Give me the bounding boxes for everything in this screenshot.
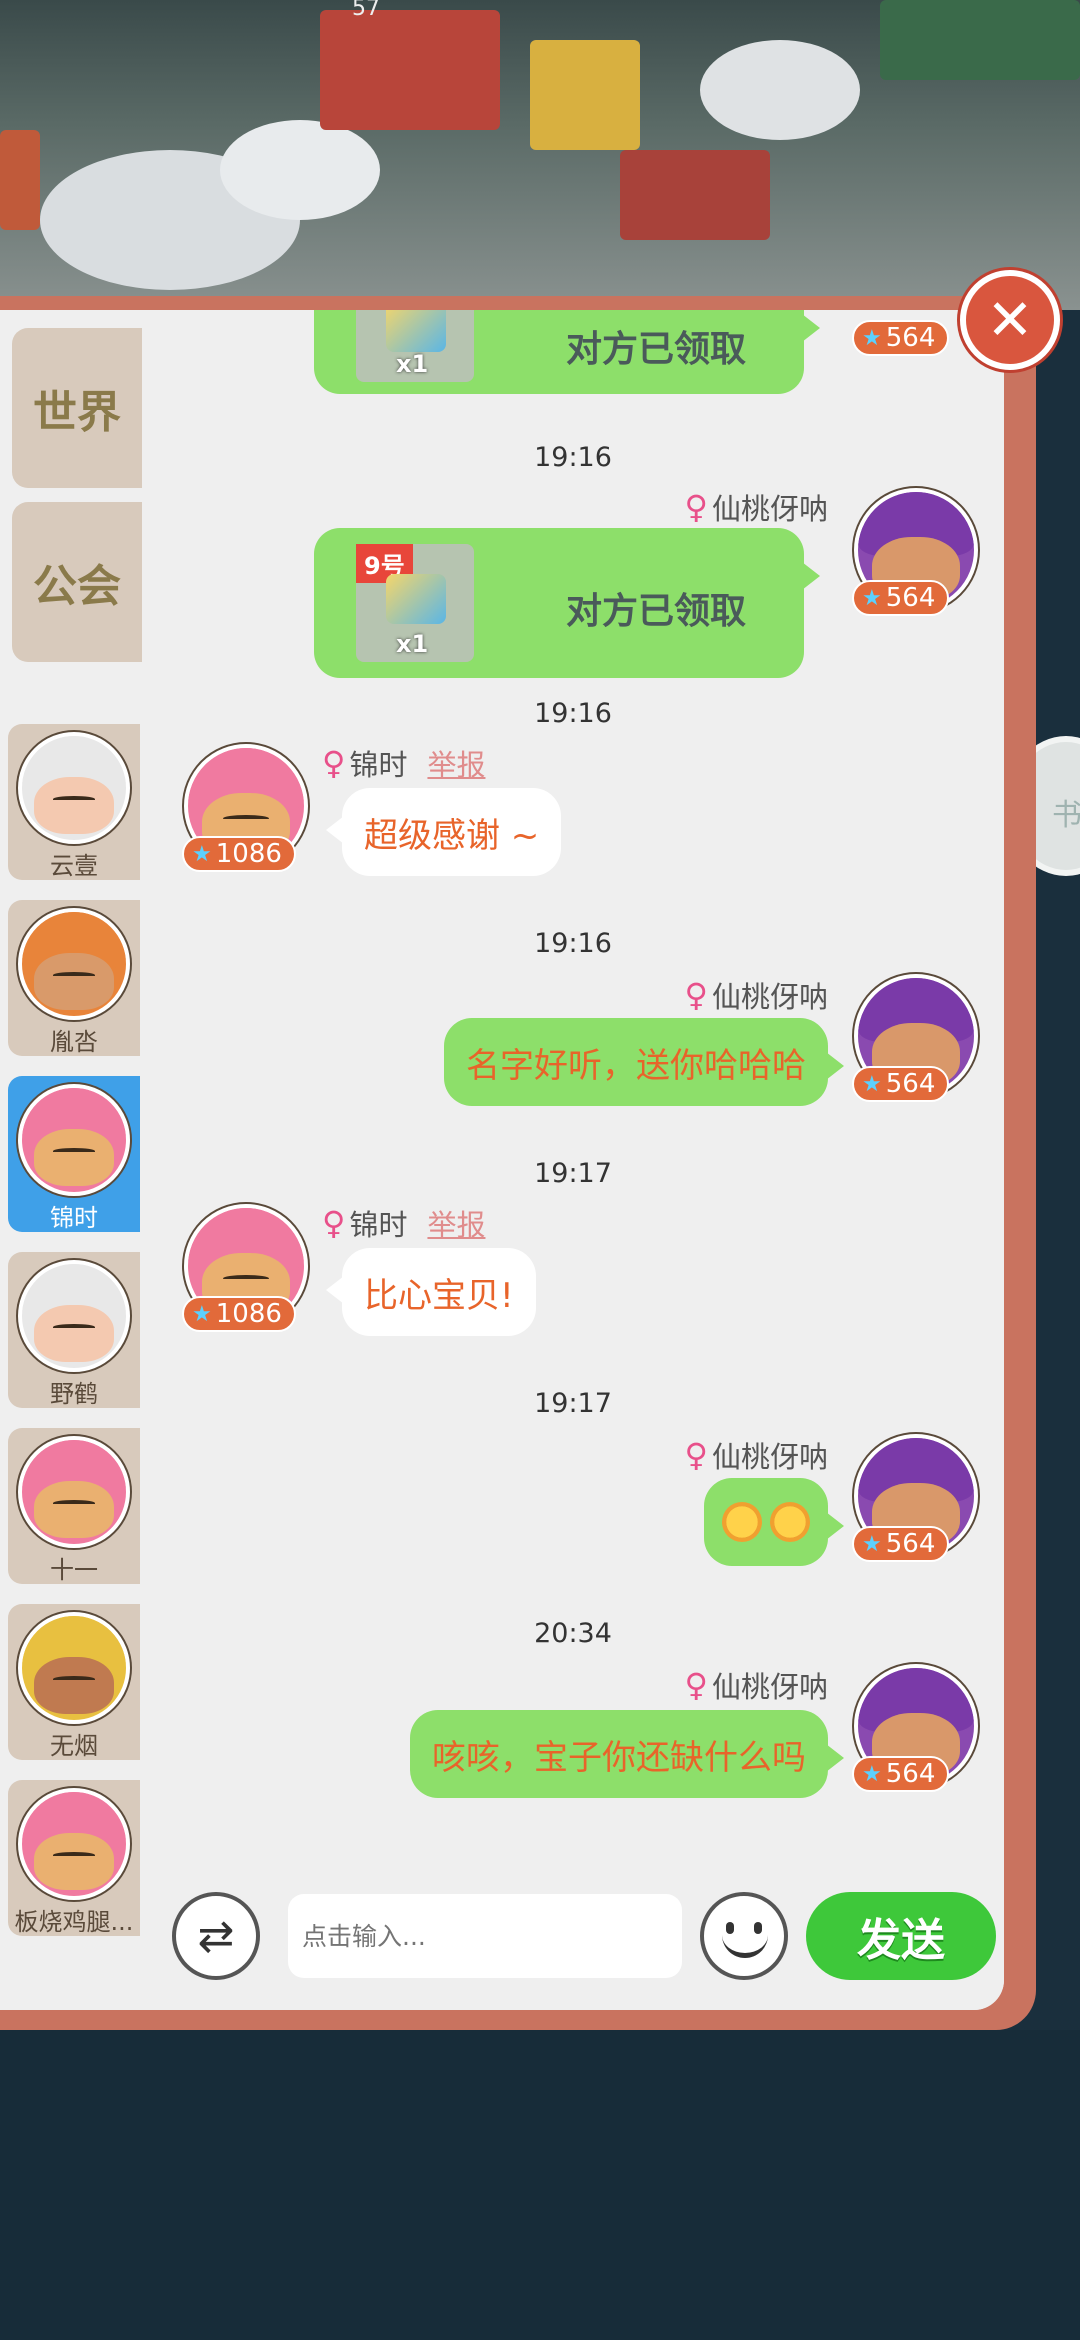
tab-world-label: 世界 <box>33 387 121 438</box>
send-button[interactable]: 发送 <box>806 1892 996 1980</box>
female-icon: ♀ <box>684 1436 708 1474</box>
bottom-background <box>0 2030 1080 2340</box>
female-icon: ♀ <box>684 1666 708 1704</box>
chat-panel-inner: 世界 公会 云壹胤呇锦时野鹤十一无烟板烧鸡腿... x1 对方已领取 ★ 564 … <box>0 310 1004 2010</box>
contact-name: 胤呇 <box>50 1028 98 1056</box>
sender-name: ♀ 锦时 举报 <box>322 742 486 784</box>
contact-name: 野鹤 <box>50 1380 98 1408</box>
female-icon: ♀ <box>684 976 708 1014</box>
contact-name: 十一 <box>50 1556 98 1584</box>
message-timestamp: 19:16 <box>534 928 612 959</box>
contact-item[interactable]: 锦时 <box>8 1076 140 1232</box>
female-icon: ♀ <box>322 1204 346 1242</box>
gift-box: 9号 x1 <box>356 544 474 662</box>
gift-item-icon <box>386 310 446 352</box>
smile-emoji-icon <box>722 1502 762 1542</box>
gift-box: x1 <box>356 310 474 382</box>
star-icon: ★ <box>862 325 882 351</box>
gift-qty: x1 <box>396 350 429 378</box>
gift-item-icon <box>386 574 446 624</box>
level-badge: ★ 1086 <box>182 1296 296 1332</box>
contact-item[interactable]: 十一 <box>8 1428 140 1584</box>
level-badge: ★ 564 <box>852 320 950 356</box>
message-timestamp: 19:17 <box>534 1388 612 1419</box>
tab-world[interactable]: 世界 <box>12 328 142 488</box>
female-icon: ♀ <box>684 488 708 526</box>
report-link[interactable]: 举报 <box>427 1202 485 1244</box>
sender-name: ♀ 仙桃伢呐 <box>684 976 828 1014</box>
message-bubble[interactable]: 比心宝贝! <box>326 1248 536 1336</box>
gift-message-bubble: x1 对方已领取 <box>314 310 820 394</box>
tab-guild[interactable]: 公会 <box>12 502 142 662</box>
avatar <box>18 1788 130 1900</box>
avatar <box>18 1612 130 1724</box>
level-badge: ★ 564 <box>852 1756 950 1792</box>
level-badge: ★ 564 <box>852 1526 950 1562</box>
contact-item[interactable]: 云壹 <box>8 724 140 880</box>
avatar <box>18 1436 130 1548</box>
chat-messages: x1 对方已领取 ★ 564 19:16 ♀ 仙桃伢呐 ★ 564 9号 x1 … <box>142 310 1004 1850</box>
contact-item[interactable]: 无烟 <box>8 1604 140 1760</box>
level-badge: ★ 564 <box>852 1066 950 1102</box>
avatar <box>18 908 130 1020</box>
side-float-glyph: 书 <box>1052 798 1080 833</box>
female-icon: ♀ <box>322 744 346 782</box>
game-background: 57 <box>0 0 1080 310</box>
close-button[interactable]: ✕ <box>960 270 1060 370</box>
message-input[interactable] <box>288 1894 682 1978</box>
gift-qty: x1 <box>396 630 429 658</box>
report-link[interactable]: 举报 <box>427 742 485 784</box>
contact-name: 板烧鸡腿... <box>14 1908 134 1936</box>
contact-name: 云壹 <box>50 852 98 880</box>
contact-name: 锦时 <box>50 1204 98 1232</box>
message-timestamp: 20:34 <box>534 1618 612 1649</box>
message-bubble[interactable]: 咳咳，宝子你还缺什么吗 <box>410 1710 844 1798</box>
sender-name: ♀ 仙桃伢呐 <box>684 1436 828 1474</box>
tab-guild-label: 公会 <box>33 561 121 612</box>
online-count: 57 <box>352 0 380 21</box>
contact-item[interactable]: 板烧鸡腿... <box>8 1780 140 1936</box>
sender-name: ♀ 仙桃伢呐 <box>684 488 828 526</box>
sender-name: ♀ 锦时 举报 <box>322 1202 486 1244</box>
sidebar: 世界 公会 云壹胤呇锦时野鹤十一无烟板烧鸡腿... <box>0 310 142 2010</box>
level-value: 564 <box>885 323 936 353</box>
smile-emoji-icon <box>770 1502 810 1542</box>
swap-channel-button[interactable]: ⇄ <box>172 1892 260 1980</box>
avatar <box>18 1084 130 1196</box>
chat-panel: 世界 公会 云壹胤呇锦时野鹤十一无烟板烧鸡腿... x1 对方已领取 ★ 564 … <box>0 296 1036 2030</box>
contact-name: 无烟 <box>50 1732 98 1760</box>
message-bubble[interactable]: 名字好听，送你哈哈哈 <box>444 1018 844 1106</box>
message-timestamp: 19:16 <box>534 442 612 473</box>
contact-item[interactable]: 胤呇 <box>8 900 140 1056</box>
level-badge: ★ 1086 <box>182 836 296 872</box>
gift-status-text: 对方已领取 <box>566 329 747 370</box>
gift-message-bubble[interactable]: 9号 x1 对方已领取 <box>314 528 820 678</box>
gift-status-text: 对方已领取 <box>566 591 747 632</box>
avatar <box>18 1260 130 1372</box>
message-bubble[interactable]: 超级感谢 ~ <box>325 788 562 876</box>
input-bar: ⇄ 发送 <box>142 1850 1004 2010</box>
message-timestamp: 19:16 <box>534 698 612 729</box>
emoji-button[interactable] <box>700 1892 788 1980</box>
level-badge: ★ 564 <box>852 580 950 616</box>
avatar <box>18 732 130 844</box>
sender-name: ♀ 仙桃伢呐 <box>684 1666 828 1704</box>
message-timestamp: 19:17 <box>534 1158 612 1189</box>
emoji-message-bubble[interactable] <box>704 1478 844 1566</box>
contact-item[interactable]: 野鹤 <box>8 1252 140 1408</box>
